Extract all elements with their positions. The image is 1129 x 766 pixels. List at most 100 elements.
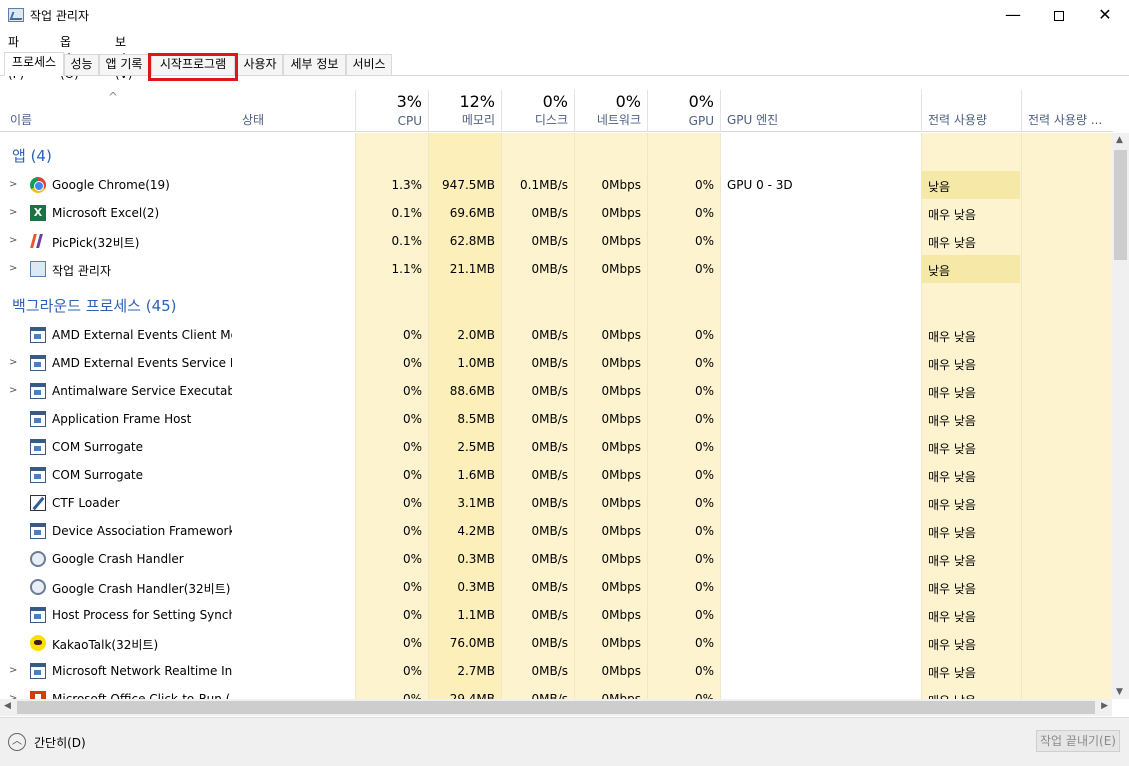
cell-gpu: 0% (694, 440, 714, 454)
expand-chevron-icon[interactable]: > (9, 263, 17, 274)
cell-gpu: 0% (694, 608, 714, 622)
cell-memory: 8.5MB (457, 412, 495, 426)
cell-memory: 3.1MB (457, 496, 495, 510)
cell-disk: 0MB/s (531, 524, 568, 538)
cell-memory: 947.5MB (442, 178, 495, 192)
cell-memory: 1.1MB (457, 608, 495, 622)
table-row[interactable]: > PicPick(32비트) 0.1% 62.8MB 0MB/s 0Mbps 0% 매우 낮… (0, 227, 1112, 255)
minimize-button[interactable]: — (990, 0, 1036, 30)
tab-processes[interactable]: 프로세스 (4, 52, 64, 76)
tab-performance[interactable]: 성능 (64, 54, 99, 75)
column-network[interactable]: 0% 네트워크 (574, 90, 647, 132)
scroll-down-icon[interactable]: ▼ (1116, 687, 1123, 697)
scroll-right-icon[interactable]: ▶ (1101, 701, 1108, 711)
cell-gpu: 0% (694, 524, 714, 538)
expand-chevron-icon[interactable]: > (9, 385, 17, 396)
tab-app-history[interactable]: 앱 기록 (99, 54, 149, 75)
table-row[interactable]: > Google Chrome(19) 1.3% 947.5MB 0.1MB/s 0Mbp… (0, 171, 1112, 199)
expand-chevron-icon[interactable]: > (9, 235, 17, 246)
cell-cpu: 0% (402, 636, 422, 650)
cell-disk: 0MB/s (531, 206, 568, 220)
column-gpu-label: GPU (688, 114, 714, 128)
table-row[interactable]: > Microsoft Office Click-to-Run (... 0% 29.… (0, 685, 1112, 699)
process-name: Google Chrome(19) (52, 178, 170, 192)
process-name: KakaoTalk(32비트) (52, 638, 159, 652)
table-row[interactable]: > Antimalware Service Executable 0% 88.6MB 0… (0, 377, 1112, 405)
cell-network: 0Mbps (601, 234, 641, 248)
scroll-left-icon[interactable]: ◀ (4, 701, 11, 711)
cell-network: 0Mbps (601, 468, 641, 482)
tab-services[interactable]: 서비스 (346, 54, 392, 75)
cell-gpu: 0% (694, 178, 714, 192)
collapse-button[interactable]: 간단히(D) (34, 734, 86, 751)
tab-details[interactable]: 세부 정보 (283, 54, 346, 75)
cell-memory: 88.6MB (449, 384, 495, 398)
horizontal-scrollbar[interactable]: ◀ ▶ (0, 699, 1112, 716)
column-power-trend[interactable]: 전력 사용량 ... (1021, 90, 1113, 132)
end-task-button[interactable]: 작업 끝내기(E) (1036, 730, 1120, 752)
cell-network: 0Mbps (601, 692, 641, 699)
table-row[interactable]: > AMD External Events Service M... 0% 1.0MB… (0, 349, 1112, 377)
table-row[interactable]: KakaoTalk(32비트) 0% 76.0MB 0MB/s 0Mbps 0% 매우 낮음 (0, 629, 1112, 657)
table-row[interactable]: > Microsoft Network Realtime Ins... 0% 2.7M… (0, 657, 1112, 685)
column-cpu[interactable]: 3% CPU (355, 90, 428, 132)
close-button[interactable]: ✕ (1082, 0, 1128, 30)
cell-power: 매우 낮음 (928, 526, 976, 540)
process-name: Device Association Framework ... (52, 524, 232, 538)
process-name: Application Frame Host (52, 412, 192, 426)
cell-memory: 0.3MB (457, 552, 495, 566)
horizontal-scroll-thumb[interactable] (17, 701, 1095, 714)
cell-gpu-engine: GPU 0 - 3D (727, 178, 793, 192)
memory-total: 12% (459, 92, 495, 111)
group-label-background: 백그라운드 프로세스 (45) (12, 297, 177, 315)
table-row[interactable]: > X Microsoft Excel(2) 0.1% 69.6MB 0MB/s 0Mbps… (0, 199, 1112, 227)
table-row[interactable]: COM Surrogate 0% 1.6MB 0MB/s 0Mbps 0% 매우 낮음 (0, 461, 1112, 489)
cell-power: 매우 낮음 (928, 554, 976, 568)
cell-cpu: 0% (402, 384, 422, 398)
cell-network: 0Mbps (601, 636, 641, 650)
column-disk[interactable]: 0% 디스크 (501, 90, 574, 132)
column-power[interactable]: 전력 사용량 (921, 90, 1021, 132)
cell-power: 매우 낮음 (928, 358, 976, 372)
process-name: AMD External Events Client Mo... (52, 328, 232, 342)
maximize-icon (1054, 10, 1064, 21)
collapse-icon[interactable]: ︿ (8, 733, 26, 751)
maximize-button[interactable] (1036, 0, 1082, 30)
expand-chevron-icon[interactable]: > (9, 207, 17, 218)
table-row[interactable]: Application Frame Host 0% 8.5MB 0MB/s 0Mbps 0… (0, 405, 1112, 433)
cell-memory: 0.3MB (457, 580, 495, 594)
window-icon (30, 607, 46, 623)
vertical-scroll-thumb[interactable] (1114, 150, 1127, 260)
kakao-icon (30, 635, 46, 651)
table-row[interactable]: Google Crash Handler(32비트) 0% 0.3MB 0MB/s 0M… (0, 573, 1112, 601)
column-gpu-engine[interactable]: GPU 엔진 (720, 90, 921, 132)
column-memory[interactable]: 12% 메모리 (428, 90, 501, 132)
scroll-up-icon[interactable]: ▲ (1116, 135, 1123, 145)
cell-gpu: 0% (694, 234, 714, 248)
table-row[interactable]: AMD External Events Client Mo... 0% 2.0MB 0… (0, 321, 1112, 349)
cell-cpu: 1.3% (391, 178, 423, 192)
column-gpu[interactable]: 0% GPU (647, 90, 720, 132)
table-row[interactable]: Host Process for Setting Synch... 0% 1.1MB… (0, 601, 1112, 629)
column-status[interactable]: 상태 (236, 90, 356, 132)
column-name-label: 이름 (10, 113, 33, 127)
expand-chevron-icon[interactable]: > (9, 357, 17, 368)
tab-users[interactable]: 사용자 (237, 54, 283, 75)
cell-disk: 0MB/s (531, 356, 568, 370)
cell-memory: 2.7MB (457, 664, 495, 678)
column-name[interactable]: 이름 (0, 90, 236, 132)
cell-gpu: 0% (694, 206, 714, 220)
table-row[interactable]: CTF Loader 0% 3.1MB 0MB/s 0Mbps 0% 매우 낮음 (0, 489, 1112, 517)
expand-chevron-icon[interactable]: > (9, 179, 17, 190)
table-row[interactable]: COM Surrogate 0% 2.5MB 0MB/s 0Mbps 0% 매우 낮음 (0, 433, 1112, 461)
table-row[interactable]: Device Association Framework ... 0% 4.2MB 0… (0, 517, 1112, 545)
expand-chevron-icon[interactable]: > (9, 665, 17, 676)
cell-gpu: 0% (694, 664, 714, 678)
vertical-scrollbar[interactable]: ▲ ▼ (1112, 133, 1129, 699)
cell-power: 낮음 (928, 264, 951, 278)
cell-cpu: 0% (402, 664, 422, 678)
table-row[interactable]: Google Crash Handler 0% 0.3MB 0MB/s 0Mbps 0% 매… (0, 545, 1112, 573)
table-row[interactable]: > 작업 관리자 1.1% 21.1MB 0MB/s 0Mbps 0% 낮음 (0, 255, 1112, 283)
cell-gpu: 0% (694, 328, 714, 342)
cell-disk: 0MB/s (531, 234, 568, 248)
